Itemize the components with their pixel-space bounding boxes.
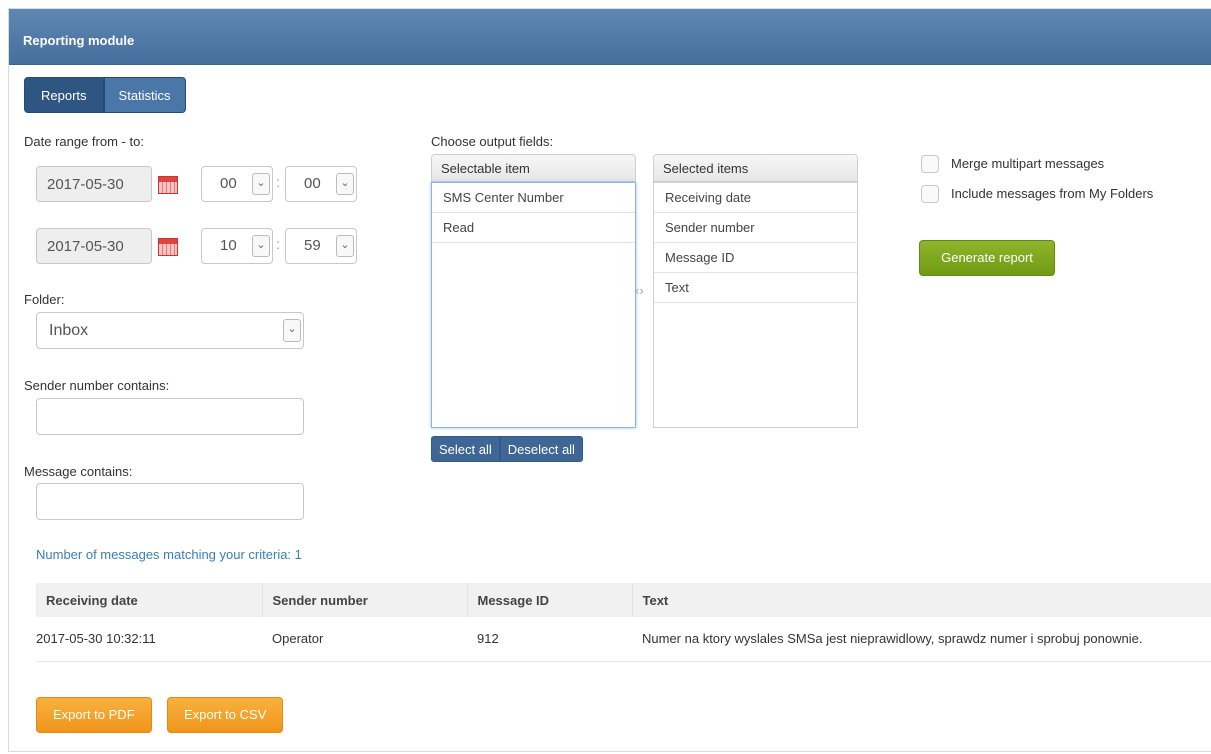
list-item[interactable]: Sender number [654, 213, 857, 243]
export-pdf-button[interactable]: Export to PDF [36, 697, 152, 733]
hour-from-select[interactable]: 00 ⌄ [201, 166, 273, 202]
selected-list[interactable]: Receiving date Sender number Message ID … [653, 182, 858, 428]
time-separator: : [276, 236, 280, 252]
list-item[interactable]: Receiving date [654, 183, 857, 213]
chevron-down-icon: ⌄ [336, 173, 354, 195]
cell-receiving-date: 2017-05-30 10:32:11 [36, 617, 262, 662]
message-text-input[interactable] [36, 483, 304, 520]
folder-label: Folder: [24, 292, 65, 307]
table-header-row: Receiving date Sender number Message ID … [36, 583, 1211, 617]
table-row: 2017-05-30 10:32:11 Operator 912 Numer n… [36, 617, 1211, 662]
sender-label: Sender number contains: [24, 378, 170, 393]
hour-from-value: 00 [220, 175, 237, 192]
minute-from-select[interactable]: 00 ⌄ [285, 166, 357, 202]
folder-select[interactable]: Inbox ⌄ [36, 312, 304, 349]
selectable-list[interactable]: SMS Center Number Read [431, 182, 636, 428]
minute-from-value: 00 [304, 175, 321, 192]
chevron-down-icon: ⌄ [252, 173, 270, 195]
merge-multipart-checkbox[interactable] [921, 155, 939, 173]
merge-multipart-label: Merge multipart messages [951, 156, 1105, 171]
swap-arrows-icon: ‹› [635, 283, 644, 298]
folder-value: Inbox [49, 322, 89, 339]
include-folders-label: Include messages from My Folders [951, 186, 1154, 201]
export-csv-button[interactable]: Export to CSV [167, 697, 284, 733]
tab-reports[interactable]: Reports [24, 77, 104, 113]
list-item[interactable]: Read [432, 213, 635, 243]
cell-sender-number: Operator [262, 617, 467, 662]
tab-bar: Reports Statistics [24, 77, 186, 113]
calendar-icon[interactable] [158, 238, 178, 256]
time-separator: : [276, 174, 280, 190]
list-item[interactable]: SMS Center Number [432, 183, 635, 213]
selection-buttons: Select all Deselect all [431, 436, 583, 462]
minute-to-value: 59 [304, 237, 321, 254]
selected-header: Selected items [653, 154, 858, 182]
reporting-panel: Reporting module Reports Statistics Date… [8, 8, 1211, 752]
minute-to-select[interactable]: 59 ⌄ [285, 228, 357, 264]
date-range-label: Date range from - to: [24, 134, 144, 149]
hour-to-value: 10 [220, 237, 237, 254]
cell-message-id: 912 [467, 617, 632, 662]
chevron-down-icon: ⌄ [283, 319, 301, 342]
select-all-button[interactable]: Select all [431, 436, 500, 462]
date-to-input[interactable]: 2017-05-30 [36, 228, 152, 264]
sender-number-input[interactable] [36, 398, 304, 435]
column-header: Sender number [262, 583, 468, 617]
module-title: Reporting module [23, 33, 135, 48]
output-fields-label: Choose output fields: [431, 134, 554, 149]
message-label: Message contains: [24, 464, 133, 479]
hour-to-select[interactable]: 10 ⌄ [201, 228, 273, 264]
deselect-all-button[interactable]: Deselect all [499, 436, 583, 462]
date-from-input[interactable]: 2017-05-30 [36, 166, 152, 202]
list-item[interactable]: Message ID [654, 243, 857, 273]
module-header: Reporting module [9, 9, 1211, 65]
column-header: Receiving date [36, 583, 263, 617]
chevron-down-icon: ⌄ [252, 235, 270, 257]
column-header: Message ID [467, 583, 633, 617]
list-item[interactable]: Text [654, 273, 857, 303]
include-folders-checkbox[interactable] [921, 185, 939, 203]
results-table: Receiving date Sender number Message ID … [36, 583, 1211, 662]
column-header: Text [632, 583, 1211, 617]
calendar-icon[interactable] [158, 176, 178, 194]
generate-report-button[interactable]: Generate report [919, 240, 1055, 276]
tab-statistics[interactable]: Statistics [103, 77, 186, 113]
result-count: Number of messages matching your criteri… [36, 547, 302, 562]
selectable-header: Selectable item [431, 154, 636, 182]
cell-text: Numer na ktory wyslales SMSa jest niepra… [632, 617, 1211, 662]
chevron-down-icon: ⌄ [336, 235, 354, 257]
